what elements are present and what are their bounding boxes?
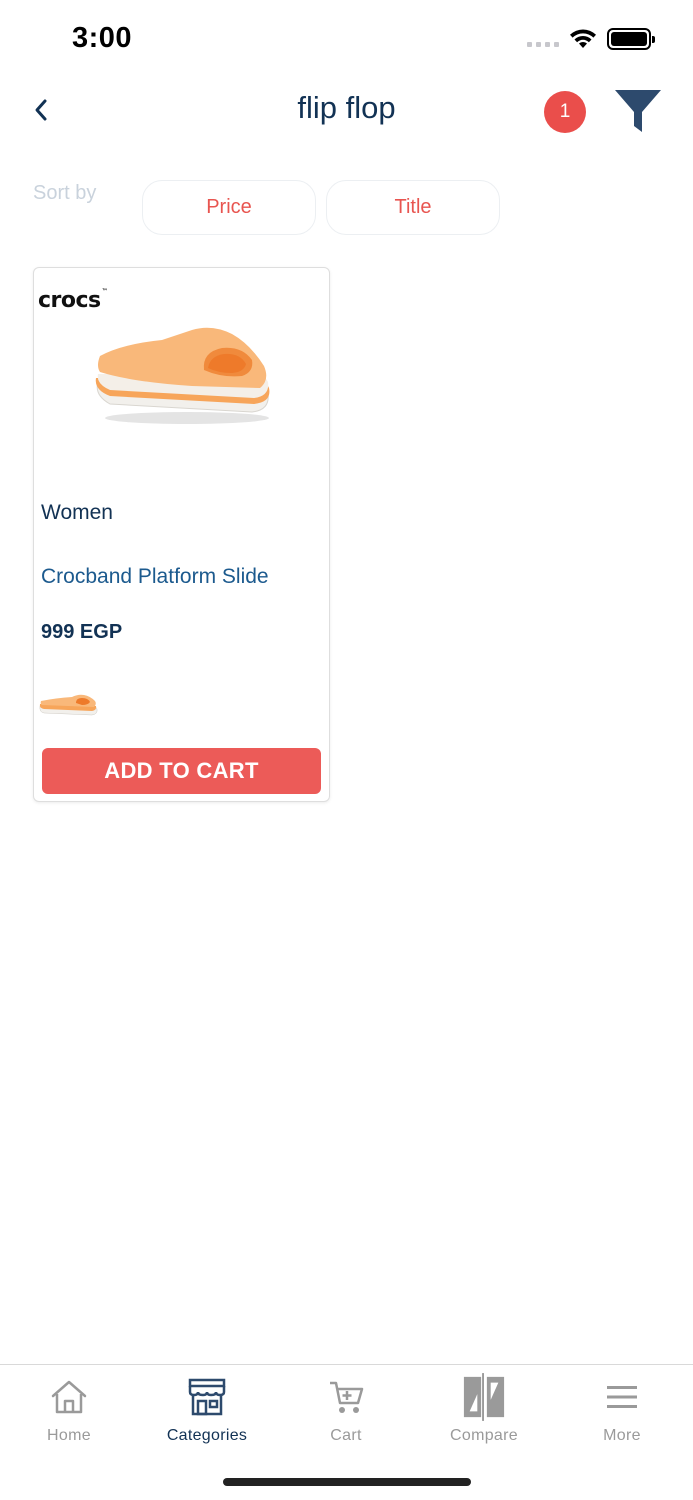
filter-icon <box>615 90 661 132</box>
product-category: Women <box>41 501 113 524</box>
battery-icon <box>607 28 655 50</box>
brand-logo: crocs™ <box>38 288 108 313</box>
tab-home[interactable]: Home <box>0 1365 138 1455</box>
product-card[interactable]: crocs™ Women Crocband Platform Slide 999… <box>33 267 330 802</box>
compare-icon <box>462 1373 506 1421</box>
sort-label: Sort by <box>33 182 97 204</box>
product-image[interactable] <box>92 320 274 430</box>
home-indicator[interactable] <box>223 1478 471 1486</box>
tab-compare[interactable]: Compare <box>415 1365 553 1455</box>
sort-title-button[interactable]: Title <box>326 180 500 235</box>
menu-icon <box>600 1375 644 1419</box>
cart-icon <box>324 1375 368 1419</box>
filter-count-badge[interactable]: 1 <box>544 91 586 133</box>
tab-more[interactable]: More <box>553 1365 691 1455</box>
filter-button[interactable] <box>612 86 664 138</box>
signal-icon <box>527 41 559 47</box>
home-icon <box>47 1375 91 1419</box>
page-title: flip flop <box>297 90 396 125</box>
tab-more-label: More <box>603 1427 641 1444</box>
product-name[interactable]: Crocband Platform Slide <box>41 565 269 589</box>
store-icon <box>185 1375 229 1419</box>
variant-thumbnail[interactable] <box>38 692 98 718</box>
tab-cart-label: Cart <box>330 1427 362 1444</box>
product-price: 999 EGP <box>41 621 123 643</box>
tab-home-label: Home <box>47 1427 91 1444</box>
sort-price-button[interactable]: Price <box>142 180 316 235</box>
tab-cart[interactable]: Cart <box>277 1365 415 1455</box>
wifi-icon <box>570 29 596 48</box>
status-icons <box>527 28 655 50</box>
add-to-cart-button[interactable]: ADD TO CART <box>42 748 321 794</box>
tab-categories-label: Categories <box>166 1427 248 1444</box>
status-time: 3:00 <box>72 22 133 54</box>
tab-categories[interactable]: Categories <box>138 1365 276 1455</box>
tab-compare-label: Compare <box>450 1427 518 1444</box>
